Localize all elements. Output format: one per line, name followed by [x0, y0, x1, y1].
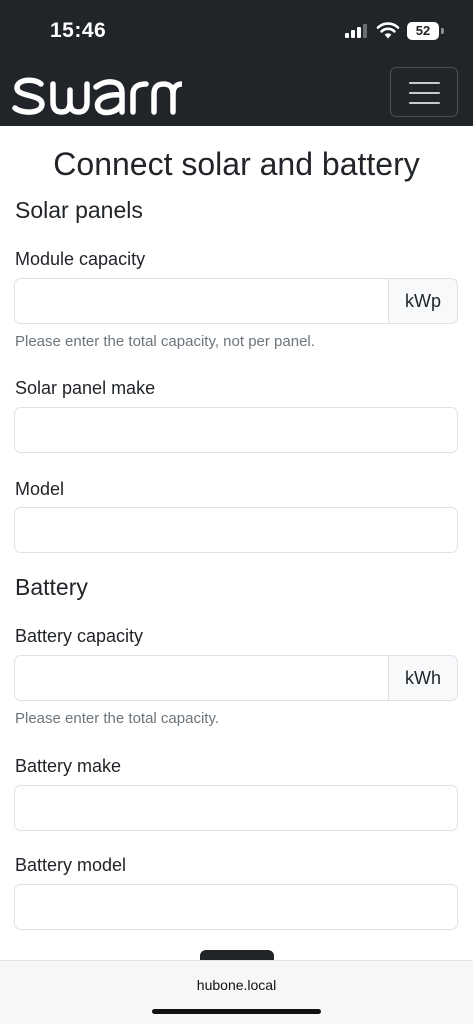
browser-address-bar[interactable]: hubone.local [0, 960, 473, 1024]
battery-make-label: Battery make [15, 756, 122, 776]
battery-capacity-label: Battery capacity [15, 626, 144, 646]
navbar [0, 62, 473, 126]
battery-capacity-input[interactable] [14, 655, 389, 701]
kwh-unit-addon: kWh [388, 655, 458, 701]
wifi-icon [376, 22, 400, 39]
page-title: Connect solar and battery [53, 146, 420, 182]
home-indicator [152, 1009, 321, 1014]
model-input[interactable] [14, 507, 458, 553]
module-capacity-group: kWp [14, 278, 458, 324]
battery-heading: Battery [15, 574, 88, 600]
battery-icon: 52 [407, 22, 439, 40]
solar-panels-heading: Solar panels [15, 197, 143, 223]
menu-toggle-button[interactable] [390, 67, 458, 117]
battery-capacity-help: Please enter the total capacity. [15, 710, 220, 727]
module-capacity-help: Please enter the total capacity, not per… [15, 333, 315, 350]
battery-tip [441, 28, 444, 34]
model-label: Model [15, 479, 65, 499]
cellular-signal-icon [345, 24, 369, 38]
swarm-logo[interactable] [12, 67, 182, 122]
module-capacity-label: Module capacity [15, 249, 146, 269]
solar-panel-make-input[interactable] [14, 407, 458, 453]
battery-model-label: Battery model [15, 855, 127, 875]
kwp-unit-addon: kWp [388, 278, 458, 324]
battery-model-input[interactable] [14, 884, 458, 930]
status-time: 15:46 [50, 19, 107, 42]
module-capacity-input[interactable] [14, 278, 389, 324]
status-bar: 15:46 52 [0, 0, 473, 62]
battery-make-input[interactable] [14, 785, 458, 831]
solar-panel-make-label: Solar panel make [15, 378, 156, 398]
battery-capacity-group: kWh [14, 655, 458, 701]
url-text: hubone.local [196, 977, 277, 993]
